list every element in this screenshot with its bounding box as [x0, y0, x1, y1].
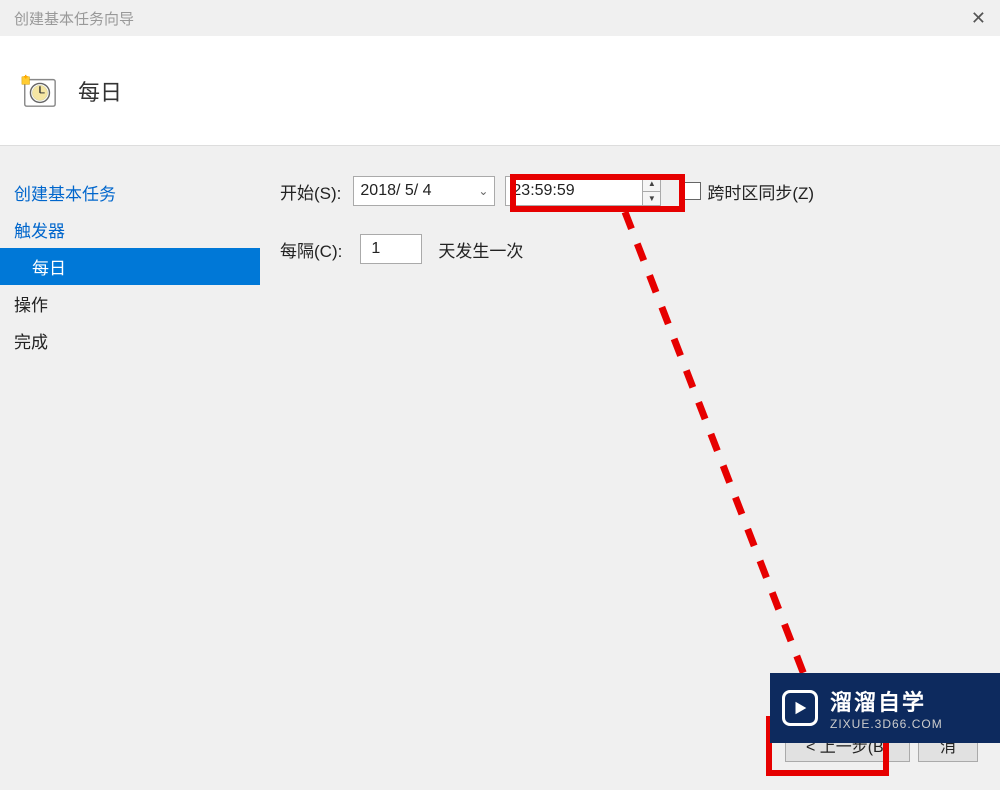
time-input[interactable]: 23:59:59 ▲ ▼ — [505, 176, 661, 206]
wizard-sidebar: 创建基本任务 触发器 每日 操作 完成 — [0, 146, 260, 790]
sync-checkbox-wrapper: 跨时区同步(Z) — [683, 179, 814, 204]
spinner-up-icon[interactable]: ▲ — [643, 177, 660, 192]
time-spinner: ▲ ▼ — [642, 177, 660, 205]
interval-suffix: 天发生一次 — [438, 237, 523, 262]
sidebar-item-action[interactable]: 操作 — [0, 285, 260, 322]
page-title: 每日 — [78, 75, 122, 107]
play-icon — [782, 690, 818, 726]
wizard-icon — [20, 72, 58, 110]
wizard-header: 每日 — [0, 36, 1000, 146]
interval-input[interactable]: 1 — [360, 234, 422, 264]
date-input[interactable]: 2018/ 5/ 4 ⌄ — [353, 176, 495, 206]
close-icon[interactable]: ✕ — [971, 8, 986, 29]
spinner-down-icon[interactable]: ▼ — [643, 192, 660, 206]
sync-label: 跨时区同步(Z) — [707, 179, 814, 204]
sync-checkbox[interactable] — [683, 182, 701, 200]
interval-row: 每隔(C): 1 天发生一次 — [280, 234, 980, 264]
title-bar: 创建基本任务向导 ✕ — [0, 0, 1000, 36]
watermark: 溜溜自学 ZIXUE.3D66.COM — [770, 673, 1000, 743]
start-label: 开始(S): — [280, 179, 341, 204]
time-value: 23:59:59 — [512, 182, 574, 200]
sidebar-item-finish[interactable]: 完成 — [0, 322, 260, 359]
chevron-down-icon: ⌄ — [478, 184, 488, 198]
sidebar-item-daily[interactable]: 每日 — [0, 248, 260, 285]
watermark-text: 溜溜自学 ZIXUE.3D66.COM — [830, 685, 943, 731]
interval-label: 每隔(C): — [280, 237, 342, 262]
start-row: 开始(S): 2018/ 5/ 4 ⌄ 23:59:59 ▲ ▼ 跨时区同步(Z… — [280, 176, 980, 206]
watermark-title: 溜溜自学 — [830, 685, 943, 717]
sidebar-item-trigger[interactable]: 触发器 — [0, 211, 260, 248]
sidebar-item-create-task[interactable]: 创建基本任务 — [0, 174, 260, 211]
interval-value: 1 — [371, 240, 380, 258]
date-value: 2018/ 5/ 4 — [360, 182, 431, 200]
window-title: 创建基本任务向导 — [14, 8, 134, 29]
watermark-url: ZIXUE.3D66.COM — [830, 717, 943, 731]
